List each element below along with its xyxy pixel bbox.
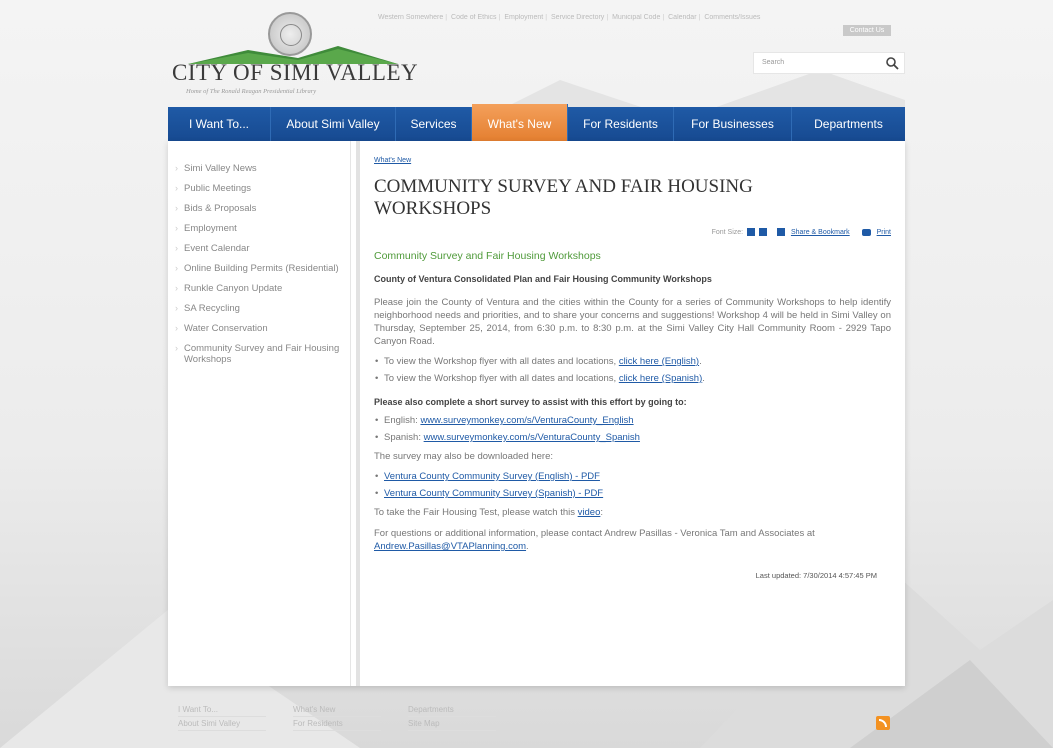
nav-services[interactable]: Services [396, 107, 472, 141]
sidebar-item-sa-recycling[interactable]: SA Recycling [168, 303, 350, 314]
contact-us-button[interactable]: Contact Us [843, 25, 891, 36]
footer-column: I Want To... About Simi Valley [178, 703, 266, 731]
footer-link[interactable]: What's New [293, 703, 381, 717]
nav-about-simi-valley[interactable]: About Simi Valley [271, 107, 396, 141]
video-text: To take the Fair Housing Test, please wa… [374, 507, 578, 518]
survey-english-link[interactable]: www.surveymonkey.com/s/VenturaCounty_Eng… [420, 415, 633, 426]
page-title: COMMUNITY SURVEY AND FAIR HOUSING WORKSH… [374, 176, 753, 219]
print-icon[interactable] [861, 228, 871, 236]
list-item: To view the Workshop flyer with all date… [374, 356, 891, 368]
page-tools: Font Size: Share & Bookmark Print [374, 228, 891, 236]
sidebar-item-water-conservation[interactable]: Water Conservation [168, 323, 350, 334]
rss-icon[interactable] [876, 716, 890, 730]
flyer-english-link[interactable]: click here (English) [619, 356, 699, 367]
search-placeholder: Search [762, 59, 785, 66]
contact-paragraph: For questions or additional information,… [374, 528, 815, 552]
footer-column: What's New For Residents [293, 703, 381, 731]
sidebar-item-news[interactable]: Simi Valley News [168, 163, 350, 174]
list-item: To view the Workshop flyer with all date… [374, 373, 891, 385]
share-bookmark-link[interactable]: Share & Bookmark [791, 229, 850, 236]
flyer-spanish-link[interactable]: click here (Spanish) [619, 373, 702, 384]
utility-link[interactable]: Western Somewhere [378, 14, 443, 21]
sidebar-item-public-meetings[interactable]: Public Meetings [168, 183, 350, 194]
font-increase-icon[interactable] [759, 228, 768, 236]
font-size-label: Font Size: [711, 228, 744, 236]
footer-link[interactable]: About Simi Valley [178, 717, 266, 731]
breadcrumb[interactable]: What's New [374, 157, 891, 164]
pdf-english-link[interactable]: Ventura County Community Survey (English… [384, 471, 600, 482]
main-navigation: I Want To... About Simi Valley Services … [168, 104, 905, 143]
print-link[interactable]: Print [877, 229, 891, 236]
search-icon[interactable] [885, 56, 899, 70]
search-input[interactable]: Search [753, 52, 905, 74]
intro-paragraph: Please join the County of Ventura and th… [374, 297, 891, 347]
download-text: The survey may also be downloaded here: [374, 451, 554, 462]
spanish-label: Spanish: [384, 432, 424, 443]
font-decrease-icon[interactable] [747, 228, 756, 236]
list-item: Ventura County Community Survey (English… [374, 471, 891, 483]
sidebar-item-runkle-canyon[interactable]: Runkle Canyon Update [168, 283, 350, 294]
sidebar: Simi Valley News Public Meetings Bids & … [168, 141, 351, 686]
list-item: Ventura County Community Survey (Spanish… [374, 488, 891, 500]
utility-link[interactable]: Employment [504, 14, 543, 21]
survey-links-list: English: www.surveymonkey.com/s/VenturaC… [374, 415, 891, 444]
list-item: English: www.surveymonkey.com/s/VenturaC… [374, 415, 891, 427]
utility-link[interactable]: Municipal Code [612, 14, 660, 21]
article-subheading: Community Survey and Fair Housing Worksh… [374, 250, 601, 262]
contact-email-link[interactable]: Andrew.Pasillas@VTAPlanning.com [374, 541, 526, 552]
list-item: Spanish: www.surveymonkey.com/s/VenturaC… [374, 432, 891, 444]
site-logo[interactable]: CITY OF SIMI VALLEY [172, 60, 418, 86]
footer-link[interactable]: Site Map [408, 717, 496, 731]
nav-for-residents[interactable]: For Residents [568, 107, 674, 141]
share-icon[interactable] [776, 228, 785, 236]
utility-link[interactable]: Service Directory [551, 14, 604, 21]
survey-bold-text: Please also complete a short survey to a… [374, 397, 687, 407]
nav-for-businesses[interactable]: For Businesses [674, 107, 792, 141]
flyer-text: To view the Workshop flyer with all date… [384, 356, 619, 367]
page-container: Simi Valley News Public Meetings Bids & … [168, 141, 905, 686]
utility-link[interactable]: Calendar [668, 14, 696, 21]
video-link[interactable]: video [578, 507, 601, 518]
footer-column: Departments Site Map [408, 703, 496, 731]
sidebar-item-bids[interactable]: Bids & Proposals [168, 203, 350, 214]
site-tagline: Home of The Ronald Reagan Presidential L… [186, 88, 317, 95]
footer-link[interactable]: For Residents [293, 717, 381, 731]
pdf-spanish-link[interactable]: Ventura County Community Survey (Spanish… [384, 488, 603, 499]
sidebar-item-employment[interactable]: Employment [168, 223, 350, 234]
sidebar-item-event-calendar[interactable]: Event Calendar [168, 243, 350, 254]
nav-whats-new[interactable]: What's New [472, 104, 568, 143]
last-updated: Last updated: 7/30/2014 4:57:45 PM [755, 571, 877, 580]
pdf-links-list: Ventura County Community Survey (English… [374, 471, 891, 500]
footer: I Want To... About Simi Valley What's Ne… [168, 703, 905, 748]
sidebar-item-building-permits[interactable]: Online Building Permits (Residential) [168, 263, 350, 274]
intro-bold-text: County of Ventura Consolidated Plan and … [374, 274, 712, 284]
nav-i-want-to[interactable]: I Want To... [168, 107, 271, 141]
video-line: To take the Fair Housing Test, please wa… [374, 507, 604, 518]
contact-text: For questions or additional information,… [374, 528, 815, 539]
utility-link[interactable]: Code of Ethics [451, 14, 497, 21]
flyer-text: To view the Workshop flyer with all date… [384, 373, 619, 384]
sidebar-item-community-survey[interactable]: Community Survey and Fair Housing Worksh… [168, 343, 350, 365]
flyer-list: To view the Workshop flyer with all date… [374, 356, 891, 385]
footer-link[interactable]: I Want To... [178, 703, 266, 717]
utility-links: Western Somewhere | Code of Ethics | Emplo… [378, 14, 761, 21]
survey-spanish-link[interactable]: www.surveymonkey.com/s/VenturaCounty_Spa… [424, 432, 640, 443]
main-content: What's New COMMUNITY SURVEY AND FAIR HOU… [356, 141, 905, 686]
utility-link[interactable]: Comments/Issues [704, 14, 760, 21]
nav-departments[interactable]: Departments [792, 107, 905, 141]
english-label: English: [384, 415, 421, 426]
footer-link[interactable]: Departments [408, 703, 496, 717]
